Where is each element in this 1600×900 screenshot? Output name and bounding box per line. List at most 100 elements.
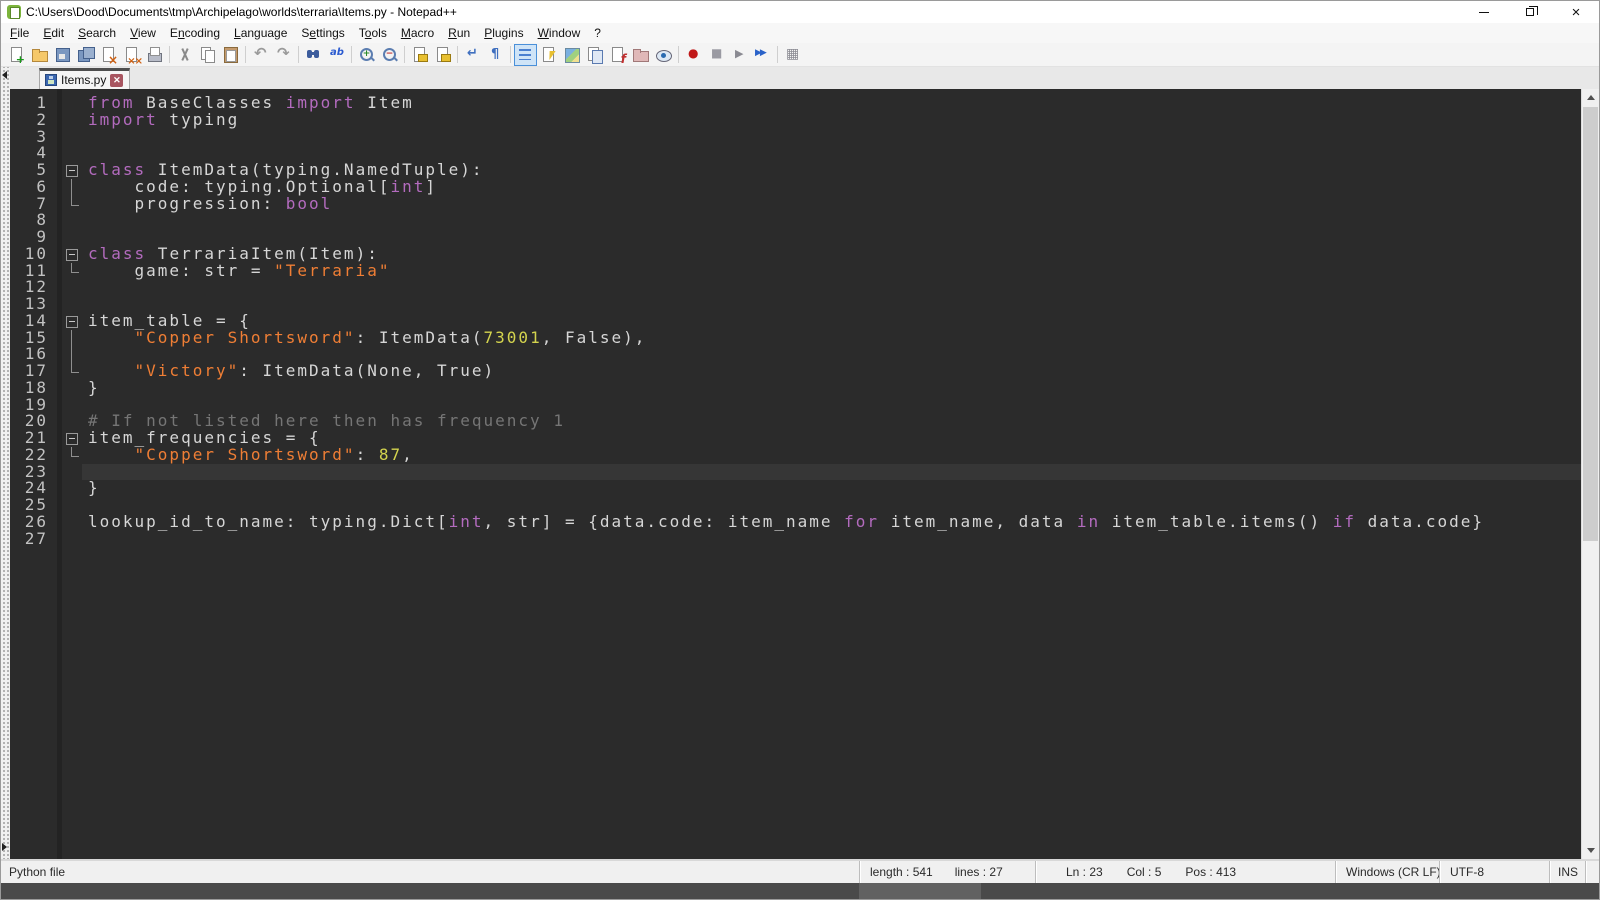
print-button[interactable] (143, 44, 166, 66)
stop-recording-button[interactable] (705, 44, 728, 66)
menu-item-file[interactable]: File (3, 24, 36, 42)
token-df: , False), (542, 328, 647, 347)
code-line-22[interactable]: 22 "Copper Shortsword": 87, (10, 447, 1581, 464)
status-eol-format[interactable]: Windows (CR LF) (1335, 861, 1439, 883)
find-button[interactable] (302, 44, 325, 66)
run-macro-multiple-button[interactable] (751, 44, 774, 66)
toolbar-separator (169, 46, 170, 63)
zoom-in-button[interactable] (355, 44, 378, 66)
cut-button[interactable] (173, 44, 196, 66)
undo-button[interactable] (249, 44, 272, 66)
code-line-12[interactable]: 12 (10, 279, 1581, 296)
menu-item-plugins[interactable]: Plugins (477, 24, 530, 42)
code-line-2[interactable]: 2import typing (10, 112, 1581, 129)
sync-vertical-icon (411, 46, 428, 63)
token-df: progression: (88, 194, 286, 213)
menu-item-tools[interactable]: Tools (352, 24, 394, 42)
status-encoding[interactable]: UTF-8 (1439, 861, 1549, 883)
new-file-icon (8, 46, 25, 63)
menu-item-run[interactable]: Run (441, 24, 477, 42)
restore-button[interactable] (1507, 1, 1553, 23)
fold-marker[interactable] (62, 246, 82, 263)
new-file-button[interactable] (5, 44, 28, 66)
print-icon (146, 46, 163, 63)
code-line-24[interactable]: 24} (10, 480, 1581, 497)
redo-button[interactable] (272, 44, 295, 66)
tab-items-py[interactable]: Items.py ✕ (39, 68, 130, 89)
monitoring-button[interactable] (652, 44, 675, 66)
token-kw: int (449, 512, 484, 531)
menu-item-search[interactable]: Search (71, 24, 123, 42)
monitoring-icon (655, 46, 672, 63)
code-line-17[interactable]: 17 "Victory": ItemData(None, True) (10, 363, 1581, 380)
code-line-3[interactable]: 3 (10, 129, 1581, 146)
line-number: 26 (10, 514, 57, 531)
document-list-button[interactable] (583, 44, 606, 66)
playback-macro-button[interactable] (728, 44, 751, 66)
save-button[interactable] (51, 44, 74, 66)
tab-bar: Items.py ✕ (1, 67, 1599, 89)
code-line-1[interactable]: 1from BaseClasses import Item (10, 95, 1581, 112)
scrollbar-thumb[interactable] (1583, 107, 1598, 541)
menu-item-settings[interactable]: Settings (294, 24, 351, 42)
replace-button[interactable] (325, 44, 348, 66)
sync-horizontal-button[interactable] (431, 44, 454, 66)
line-number: 8 (10, 212, 57, 229)
close-button[interactable]: × (1553, 1, 1599, 23)
minimize-button[interactable] (1461, 1, 1507, 23)
fold-cell (62, 179, 82, 196)
paste-button[interactable] (219, 44, 242, 66)
code-editor[interactable]: 1from BaseClasses import Item2import typ… (10, 89, 1581, 859)
show-all-characters-button[interactable] (484, 44, 507, 66)
status-lines: lines : 27 (955, 865, 1003, 879)
code-line-7[interactable]: 7 progression: bool (10, 196, 1581, 213)
cut-icon (176, 46, 193, 63)
redo-icon (275, 46, 292, 63)
scroll-down-button[interactable] (1582, 842, 1599, 859)
record-macro-button[interactable] (682, 44, 705, 66)
code-line-26[interactable]: 26lookup_id_to_name: typing.Dict[int, st… (10, 514, 1581, 531)
fold-marker[interactable] (62, 313, 82, 330)
save-macro-button[interactable] (781, 44, 804, 66)
status-typing-mode[interactable]: INS (1549, 861, 1585, 883)
save-all-button[interactable] (74, 44, 97, 66)
zoom-in-icon (358, 46, 375, 63)
menu-item-edit[interactable]: Edit (36, 24, 71, 42)
code-line-15[interactable]: 15 "Copper Shortsword": ItemData(73001, … (10, 330, 1581, 347)
sync-vertical-button[interactable] (408, 44, 431, 66)
menu-item-view[interactable]: View (123, 24, 163, 42)
menu-item-encoding[interactable]: Encoding (163, 24, 227, 42)
fold-marker[interactable] (62, 162, 82, 179)
menu-item-window[interactable]: Window (531, 24, 588, 42)
function-list-button[interactable] (606, 44, 629, 66)
menu-item-language[interactable]: Language (227, 24, 294, 42)
close-all-button[interactable] (120, 44, 143, 66)
code-line-18[interactable]: 18} (10, 380, 1581, 397)
zoom-out-button[interactable] (378, 44, 401, 66)
token-kw: bool (286, 194, 333, 213)
function-list-icon (609, 46, 626, 63)
token-df: : (356, 445, 379, 464)
code-line-23[interactable]: 23 (10, 464, 1581, 481)
editor-region: 1from BaseClasses import Item2import typ… (1, 89, 1599, 859)
show-indent-guide-button[interactable] (514, 44, 537, 66)
folder-as-workspace-button[interactable] (629, 44, 652, 66)
scroll-up-button[interactable] (1582, 89, 1599, 106)
open-file-button[interactable] (28, 44, 51, 66)
document-map-button[interactable] (560, 44, 583, 66)
fold-marker[interactable] (62, 430, 82, 447)
arrow-down-icon (1587, 848, 1595, 853)
define-language-button[interactable] (537, 44, 560, 66)
token-df (88, 328, 135, 347)
menu-item-help[interactable]: ? (587, 24, 608, 42)
vertical-scrollbar[interactable] (1581, 89, 1599, 859)
close-file-button[interactable] (97, 44, 120, 66)
docking-splitter[interactable] (1, 67, 10, 859)
code-line-27[interactable]: 27 (10, 531, 1581, 548)
tab-close-icon[interactable]: ✕ (110, 74, 123, 87)
code-line-8[interactable]: 8 (10, 212, 1581, 229)
code-line-11[interactable]: 11 game: str = "Terraria" (10, 263, 1581, 280)
menu-item-macro[interactable]: Macro (394, 24, 441, 42)
word-wrap-button[interactable] (461, 44, 484, 66)
copy-button[interactable] (196, 44, 219, 66)
